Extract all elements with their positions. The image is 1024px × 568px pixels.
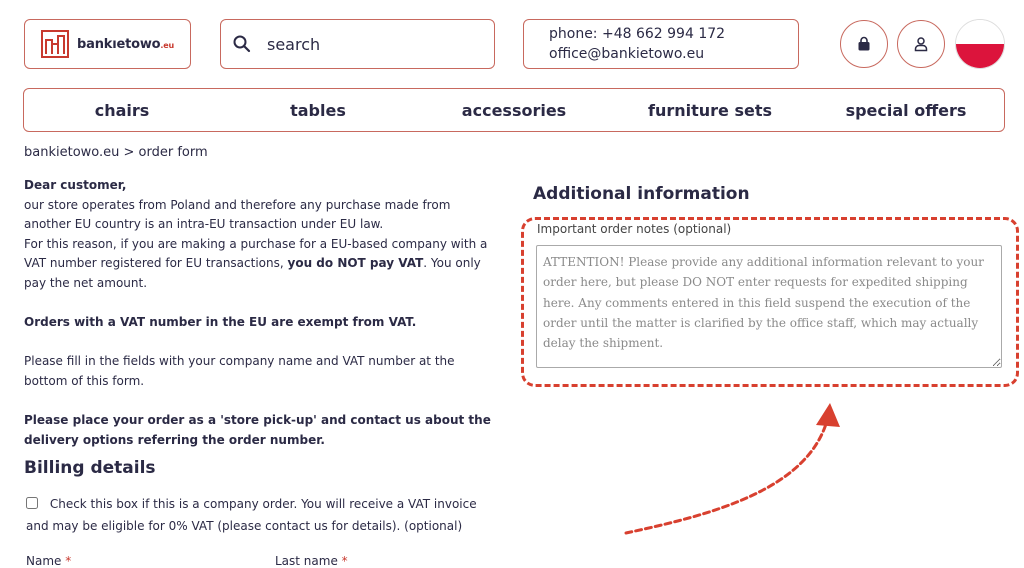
contact-box: phone: +48 662 994 172 office@bankietowo… xyxy=(523,19,799,69)
greeting: Dear customer, xyxy=(24,178,127,192)
intro-paragraph-2: For this reason, if you are making a pur… xyxy=(24,236,488,290)
order-notes-label: Important order notes (optional) xyxy=(537,222,732,236)
language-flag-button[interactable] xyxy=(955,19,1005,69)
cart-button[interactable] xyxy=(840,20,888,68)
intro-text: Dear customer, our store operates from P… xyxy=(24,176,494,450)
search-icon xyxy=(233,35,251,53)
search-box[interactable]: search xyxy=(220,19,495,69)
company-order-label: Check this box if this is a company orde… xyxy=(26,497,477,533)
intro-paragraph-1: our store operates from Poland and there… xyxy=(24,197,451,232)
email-address[interactable]: office@bankietowo.eu xyxy=(549,44,798,64)
company-order-row: Check this box if this is a company orde… xyxy=(26,493,496,537)
nav-item-special-offers[interactable]: special offers xyxy=(808,101,1004,120)
additional-info-title: Additional information xyxy=(533,184,750,204)
account-button[interactable] xyxy=(897,20,945,68)
search-label: search xyxy=(267,34,321,54)
poland-flag-icon xyxy=(956,20,1004,44)
billing-title: Billing details xyxy=(24,458,156,478)
nav-item-furniture-sets[interactable]: furniture sets xyxy=(612,101,808,120)
company-order-checkbox[interactable] xyxy=(26,497,38,509)
nav-item-tables[interactable]: tables xyxy=(220,101,416,120)
nav-item-accessories[interactable]: accessories xyxy=(416,101,612,120)
user-icon xyxy=(914,37,928,52)
vat-exempt-note: Orders with a VAT number in the EU are e… xyxy=(24,315,417,330)
fill-fields-note: Please fill in the fields with your comp… xyxy=(24,354,455,388)
main-nav: chairs tables accessories furniture sets… xyxy=(23,88,1005,132)
store-pickup-note: Please place your order as a 'store pick… xyxy=(24,413,491,447)
logo-mark-icon xyxy=(41,30,70,58)
poland-flag-red xyxy=(956,44,1004,68)
logo[interactable]: bankıetowo.eu xyxy=(24,19,191,69)
nav-item-chairs[interactable]: chairs xyxy=(24,101,220,120)
annotation-arrow-icon xyxy=(624,403,840,535)
logo-text: bankıetowo.eu xyxy=(77,36,174,52)
shopping-bag-icon xyxy=(858,36,870,51)
phone-number[interactable]: phone: +48 662 994 172 xyxy=(549,24,798,44)
order-notes-textarea[interactable] xyxy=(536,245,1002,368)
breadcrumb[interactable]: bankietowo.eu > order form xyxy=(24,145,208,160)
name-label: Name * xyxy=(26,554,72,568)
last-name-label: Last name * xyxy=(275,554,348,568)
